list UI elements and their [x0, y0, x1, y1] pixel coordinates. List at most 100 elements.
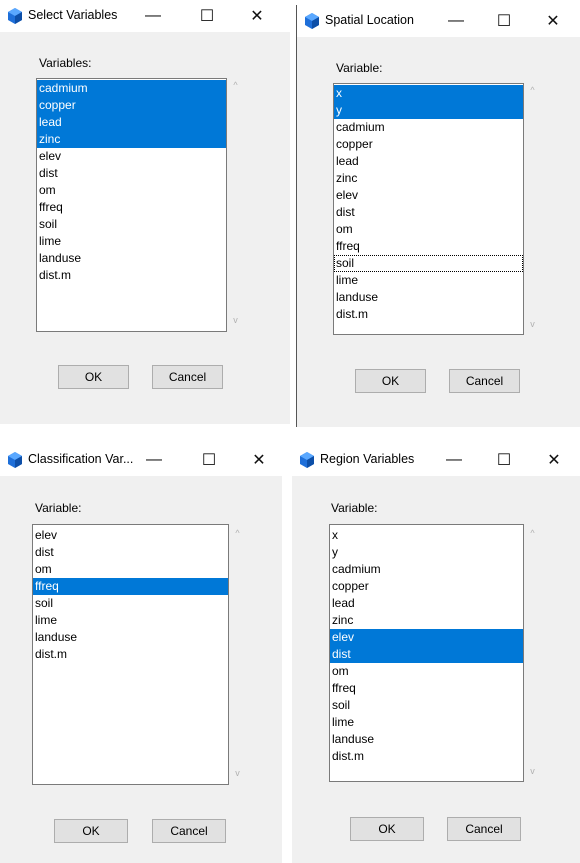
maximize-icon[interactable]: ☐ [186, 444, 232, 476]
list-item[interactable]: soil [330, 697, 523, 714]
list-item[interactable]: lime [330, 714, 523, 731]
list-item[interactable]: landuse [334, 289, 523, 306]
list-item[interactable]: lead [37, 114, 226, 131]
dialog-select-variables: Select Variables — ☐ ✕ Variables: cadmiu… [0, 0, 290, 424]
maximize-icon[interactable]: ☐ [481, 5, 527, 37]
ok-button[interactable]: OK [54, 819, 128, 843]
cancel-button[interactable]: Cancel [449, 369, 520, 393]
list-item[interactable]: dist [334, 204, 523, 221]
list-item[interactable]: y [330, 544, 523, 561]
list-item[interactable]: lime [33, 612, 228, 629]
list-item[interactable]: cadmium [330, 561, 523, 578]
list-item[interactable]: zinc [37, 131, 226, 148]
close-icon[interactable]: ✕ [531, 444, 577, 476]
list-item[interactable]: dist.m [334, 306, 523, 323]
cancel-button[interactable]: Cancel [152, 365, 223, 389]
list-item[interactable]: x [330, 527, 523, 544]
list-item[interactable]: zinc [334, 170, 523, 187]
list-item[interactable]: copper [330, 578, 523, 595]
list-item[interactable]: dist.m [330, 748, 523, 765]
scrollbar[interactable]: ^ v [227, 78, 244, 332]
list-item[interactable]: om [37, 182, 226, 199]
chevron-down-icon[interactable]: v [227, 315, 244, 325]
window-title: Region Variables [320, 452, 415, 466]
chevron-up-icon[interactable]: ^ [227, 80, 244, 90]
list-item[interactable]: dist [330, 646, 523, 663]
minimize-icon[interactable]: — [131, 444, 177, 476]
list-item[interactable]: y [334, 102, 523, 119]
minimize-icon[interactable]: — [431, 444, 477, 476]
list-item[interactable]: lead [330, 595, 523, 612]
list-item[interactable]: dist [37, 165, 226, 182]
scrollbar[interactable]: ^ v [229, 524, 246, 785]
chevron-up-icon[interactable]: ^ [524, 85, 541, 95]
list-item[interactable]: cadmium [37, 80, 226, 97]
list-item[interactable]: dist.m [33, 646, 228, 663]
list-item[interactable]: dist.m [37, 267, 226, 284]
list-item[interactable]: elev [33, 527, 228, 544]
minimize-icon[interactable]: — [433, 5, 479, 37]
variable-listbox[interactable]: elev dist om ffreq soil lime landuse dist.m [32, 524, 229, 785]
dialog-classification-variables: Classification Var... — ☐ ✕ Variable: el… [0, 444, 282, 863]
ok-button[interactable]: OK [58, 365, 129, 389]
list-item[interactable]: ffreq [33, 578, 228, 595]
close-icon[interactable]: ✕ [234, 0, 280, 32]
variables-label: Variables: [39, 56, 92, 70]
list-item[interactable]: copper [37, 97, 226, 114]
window-title: Spatial Location [325, 13, 414, 27]
chevron-up-icon[interactable]: ^ [229, 528, 246, 538]
list-item[interactable]: om [334, 221, 523, 238]
list-item[interactable]: ffreq [330, 680, 523, 697]
variable-listbox[interactable]: x y cadmium copper lead zinc elev dist om ffreq so… [329, 524, 524, 782]
chevron-down-icon[interactable]: v [524, 766, 541, 776]
list-item[interactable]: cadmium [334, 119, 523, 136]
variable-listbox[interactable]: x y cadmium copper lead zinc elev dist om ffreq so… [333, 83, 524, 335]
variable-label: Variable: [336, 61, 383, 75]
list-item[interactable]: landuse [330, 731, 523, 748]
list-item[interactable]: soil [37, 216, 226, 233]
list-item[interactable]: om [330, 663, 523, 680]
list-item[interactable]: zinc [330, 612, 523, 629]
list-item[interactable]: landuse [33, 629, 228, 646]
dialog-spatial-location: Spatial Location — ☐ ✕ Variable: x y cadmi… [297, 5, 580, 427]
list-item[interactable]: lead [334, 153, 523, 170]
title-bar: Select Variables — ☐ ✕ [0, 0, 290, 32]
maximize-icon[interactable]: ☐ [481, 444, 527, 476]
window-title: Classification Var... [28, 452, 134, 466]
list-item[interactable]: soil [33, 595, 228, 612]
cancel-button[interactable]: Cancel [447, 817, 521, 841]
chevron-down-icon[interactable]: v [229, 768, 246, 778]
scrollbar[interactable]: ^ v [524, 524, 541, 782]
chevron-down-icon[interactable]: v [524, 319, 541, 329]
list-item[interactable]: ffreq [37, 199, 226, 216]
list-item[interactable]: x [334, 85, 523, 102]
list-item[interactable]: om [33, 561, 228, 578]
list-item[interactable]: ffreq [334, 238, 523, 255]
title-bar: Spatial Location — ☐ ✕ [297, 5, 580, 37]
list-item[interactable]: lime [37, 233, 226, 250]
variable-label: Variable: [331, 501, 378, 515]
title-bar: Classification Var... — ☐ ✕ [0, 444, 282, 476]
list-item[interactable]: landuse [37, 250, 226, 267]
scrollbar[interactable]: ^ v [524, 83, 541, 335]
title-bar: Region Variables — ☐ ✕ [292, 444, 580, 476]
chevron-up-icon[interactable]: ^ [524, 528, 541, 538]
minimize-icon[interactable]: — [130, 0, 176, 32]
list-item[interactable]: soil [334, 255, 523, 272]
variables-listbox[interactable]: cadmium copper lead zinc elev dist om ffreq soil… [36, 78, 227, 332]
list-item[interactable]: lime [334, 272, 523, 289]
cube-icon [8, 452, 22, 468]
maximize-icon[interactable]: ☐ [184, 0, 230, 32]
list-item[interactable]: elev [37, 148, 226, 165]
close-icon[interactable]: ✕ [530, 5, 576, 37]
cube-icon [8, 8, 22, 24]
ok-button[interactable]: OK [350, 817, 424, 841]
cancel-button[interactable]: Cancel [152, 819, 226, 843]
close-icon[interactable]: ✕ [236, 444, 282, 476]
list-item[interactable]: copper [334, 136, 523, 153]
window-title: Select Variables [28, 8, 118, 22]
list-item[interactable]: dist [33, 544, 228, 561]
list-item[interactable]: elev [334, 187, 523, 204]
list-item[interactable]: elev [330, 629, 523, 646]
ok-button[interactable]: OK [355, 369, 426, 393]
